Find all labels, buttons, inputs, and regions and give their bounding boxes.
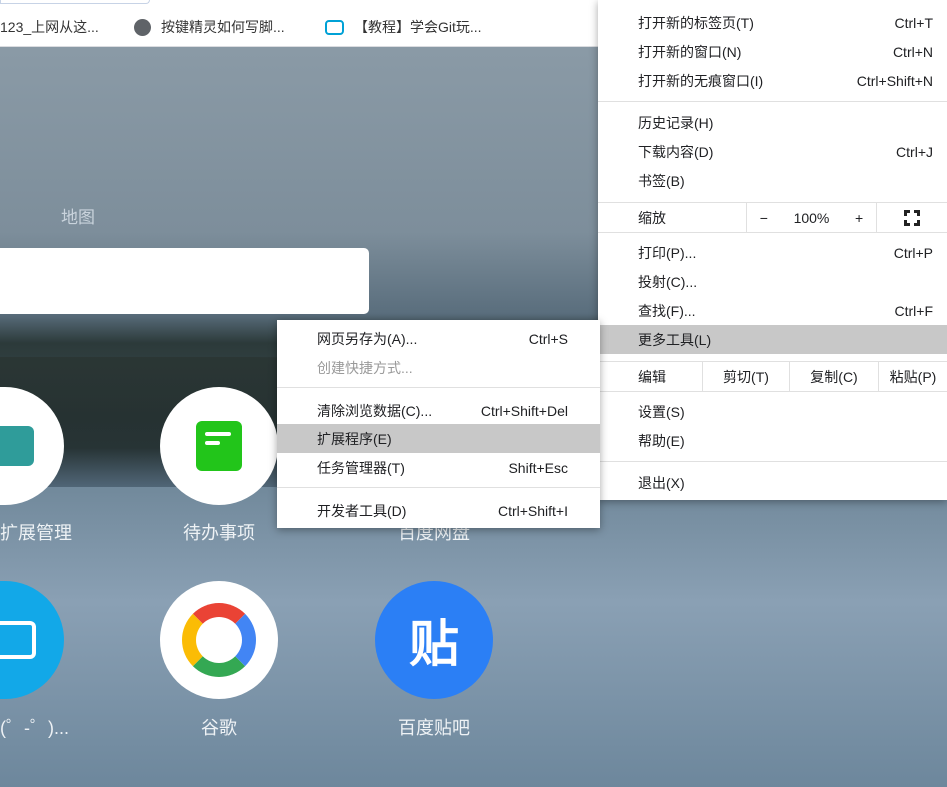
todo-tile[interactable] <box>160 387 278 505</box>
menu-separator <box>277 487 600 488</box>
zoom-row: 缩放 − 100% + <box>598 203 947 232</box>
menu-item-save-as[interactable]: 网页另存为(A)...Ctrl+S <box>277 324 600 353</box>
bookmark-label: 【教程】学会Git玩... <box>354 17 482 37</box>
bilibili-icon <box>325 20 344 35</box>
map-link[interactable]: 地图 <box>61 203 95 228</box>
globe-icon <box>134 19 151 36</box>
bilibili-icon <box>0 621 36 659</box>
menu-item-more-tools[interactable]: 更多工具(L) <box>598 325 947 354</box>
menu-item-new-window[interactable]: 打开新的窗口(N)Ctrl+N <box>598 37 947 66</box>
menu-item-exit[interactable]: 退出(X) <box>598 468 947 497</box>
edit-row: 编辑 剪切(T) 复制(C) 粘贴(P) <box>598 362 947 391</box>
tieba-icon: 贴 <box>409 604 459 676</box>
menu-item-new-tab[interactable]: 打开新的标签页(T)Ctrl+T <box>598 8 947 37</box>
bookmark-label: 123_上网从这... <box>0 17 99 37</box>
bookmark-label: 按键精灵如何写脚... <box>161 17 285 37</box>
paste-button[interactable]: 粘贴(P) <box>878 362 947 391</box>
tieba-tile[interactable]: 贴 <box>375 581 493 699</box>
google-tile[interactable] <box>160 581 278 699</box>
menu-item-create-shortcut[interactable]: 创建快捷方式... <box>277 353 600 382</box>
more-tools-submenu: 网页另存为(A)...Ctrl+S 创建快捷方式... 清除浏览数据(C)...… <box>277 320 600 528</box>
bookmark-item[interactable]: 按键精灵如何写脚... <box>134 17 285 37</box>
menu-item-find[interactable]: 查找(F)...Ctrl+F <box>598 296 947 325</box>
menu-item-devtools[interactable]: 开发者工具(D)Ctrl+Shift+I <box>277 496 600 525</box>
bookmark-item[interactable]: 【教程】学会Git玩... <box>325 17 482 37</box>
menu-separator <box>277 387 600 388</box>
zoom-out-button[interactable]: − <box>760 210 768 226</box>
menu-item-bookmarks[interactable]: 书签(B) <box>598 166 947 195</box>
menu-separator <box>598 461 947 462</box>
chrome-main-menu: 打开新的标签页(T)Ctrl+T 打开新的窗口(N)Ctrl+N 打开新的无痕窗… <box>598 0 947 500</box>
fullscreen-icon[interactable] <box>876 203 947 232</box>
menu-item-task-manager[interactable]: 任务管理器(T)Shift+Esc <box>277 453 600 482</box>
tile-label: (゜-゜)... <box>0 714 69 740</box>
copy-button[interactable]: 复制(C) <box>789 362 878 391</box>
google-icon <box>182 603 256 677</box>
menu-item-settings[interactable]: 设置(S) <box>598 397 947 426</box>
menu-separator <box>598 391 947 392</box>
menu-item-help[interactable]: 帮助(E) <box>598 426 947 455</box>
menu-item-cast[interactable]: 投射(C)... <box>598 267 947 296</box>
tile-label: 谷歌 <box>139 714 299 740</box>
menu-item-extensions[interactable]: 扩展程序(E) <box>277 424 600 453</box>
search-input[interactable] <box>0 248 369 314</box>
menu-item-print[interactable]: 打印(P)...Ctrl+P <box>598 238 947 267</box>
bookmark-item[interactable]: 123_上网从这... <box>0 17 99 37</box>
address-bar-edge[interactable] <box>0 0 150 4</box>
tile-label: 百度贴吧 <box>354 714 514 740</box>
menu-item-incognito[interactable]: 打开新的无痕窗口(I)Ctrl+Shift+N <box>598 66 947 95</box>
menu-separator <box>598 232 947 233</box>
zoom-level: 100% <box>794 210 830 226</box>
menu-separator <box>598 101 947 102</box>
cut-button[interactable]: 剪切(T) <box>702 362 789 391</box>
tile-label: 扩展管理 <box>0 519 72 545</box>
menu-item-clear-data[interactable]: 清除浏览数据(C)...Ctrl+Shift+Del <box>277 396 600 425</box>
puzzle-icon <box>0 426 34 466</box>
todo-icon <box>196 421 242 471</box>
menu-item-downloads[interactable]: 下载内容(D)Ctrl+J <box>598 137 947 166</box>
menu-item-history[interactable]: 历史记录(H) <box>598 108 947 137</box>
zoom-in-button[interactable]: + <box>855 210 863 226</box>
tile-label: 待办事项 <box>139 519 299 545</box>
bookmarks-bar: 123_上网从这... 按键精灵如何写脚... 【教程】学会Git玩... <box>0 0 598 47</box>
